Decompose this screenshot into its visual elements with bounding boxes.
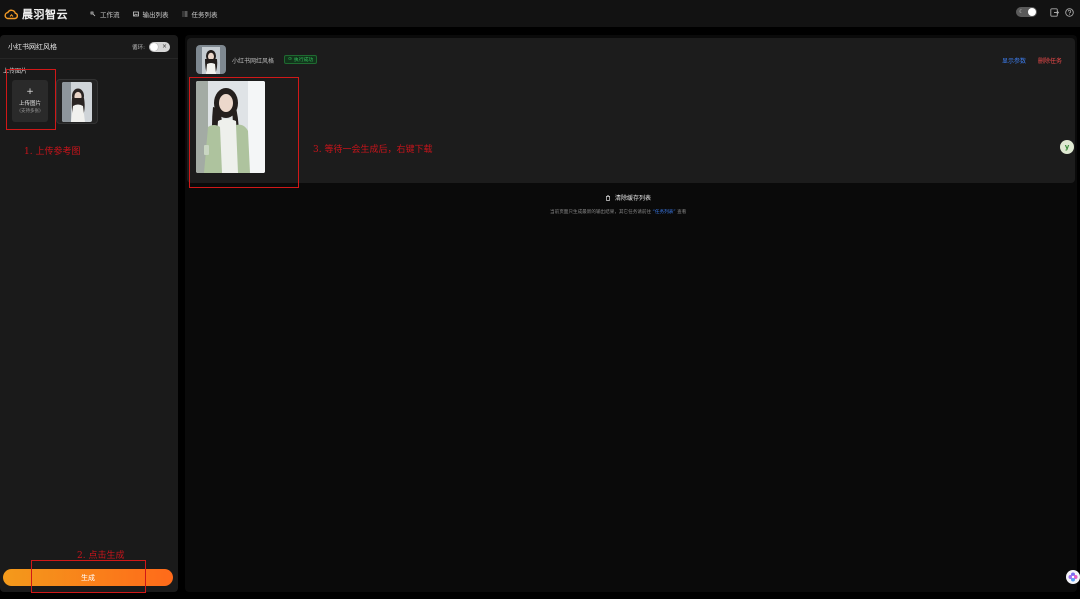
nav-workflow-label: 工作流 <box>100 10 120 19</box>
task-avatar <box>196 45 226 74</box>
main-area: 小红书网红风格 ⊙ 执行成功 显示参数 删除任务 清除缓存列表 当前页面只生成最… <box>185 35 1077 592</box>
annotation-box-generate <box>31 560 146 593</box>
help-icon[interactable] <box>1065 7 1074 17</box>
moon-icon: ☾ <box>1019 9 1024 15</box>
trash-icon <box>606 194 610 201</box>
check-circle-icon: ⊙ <box>288 57 293 62</box>
cloud-logo-icon <box>4 9 18 19</box>
main-nav: 工作流 输出列表 任务列表 <box>90 9 231 19</box>
clear-cache-label: 清除缓存列表 <box>615 195 652 202</box>
flower-icon <box>1068 572 1078 582</box>
loop-label: 循环: <box>132 44 145 51</box>
flower-badge-icon[interactable] <box>1066 570 1080 584</box>
annotation-box-result <box>189 77 299 188</box>
nav-output-list-label: 输出列表 <box>142 10 169 19</box>
top-right-controls: ☾ <box>1016 7 1074 17</box>
annotation-step1: 1. 上传参考图 <box>24 147 81 157</box>
loop-control: 循环: × <box>132 41 170 52</box>
left-panel-header: 小红书网红风格 循环: × <box>0 35 178 59</box>
annotation-step2: 2. 点击生成 <box>77 551 125 561</box>
avatar-photo <box>196 45 226 74</box>
loop-toggle[interactable]: × <box>149 41 170 52</box>
task-list-link[interactable]: “任务列表” <box>653 210 676 215</box>
workflow-icon <box>90 11 96 16</box>
app-name: 晨羽智云 <box>22 7 68 21</box>
annotation-box-upload <box>6 69 56 130</box>
theme-toggle[interactable]: ☾ <box>1016 7 1037 17</box>
nav-output-list[interactable]: 输出列表 <box>132 9 169 19</box>
workflow-title: 小红书网红风格 <box>8 42 57 51</box>
toggle-knob <box>1028 8 1036 16</box>
uploaded-thumbnail[interactable] <box>56 79 98 124</box>
hint-text: 当前页面只生成最新的输出结果，其它任务请前往 “任务列表” 查看 <box>550 209 686 215</box>
nav-task-list-label: 任务列表 <box>191 10 218 19</box>
clear-cache-button[interactable]: 清除缓存列表 <box>605 193 651 202</box>
status-text: 执行成功 <box>294 58 314 63</box>
delete-task-link[interactable]: 删除任务 <box>1038 56 1062 65</box>
task-card: 小红书网红风格 ⊙ 执行成功 显示参数 删除任务 <box>187 38 1075 183</box>
assistant-badge-icon[interactable]: y <box>1060 140 1074 154</box>
annotation-step3: 3. 等待一会生成后，右键下载 <box>313 145 433 155</box>
app-logo[interactable]: 晨羽智云 <box>4 6 68 22</box>
nav-task-list[interactable]: 任务列表 <box>182 9 218 19</box>
export-icon[interactable] <box>1050 7 1059 17</box>
top-bar: 晨羽智云 工作流 输出列表 任务列表 ☾ <box>0 0 1080 27</box>
reference-photo <box>62 81 92 122</box>
list-icon <box>182 11 187 16</box>
task-title: 小红书网红风格 <box>232 58 275 65</box>
hint-after: 查看 <box>675 210 687 215</box>
status-badge: ⊙ 执行成功 <box>284 55 318 64</box>
close-icon: × <box>161 42 167 50</box>
loop-toggle-knob <box>150 42 158 51</box>
hint-before: 当前页面只生成最新的输出结果，其它任务请前往 <box>550 210 653 215</box>
nav-workflow[interactable]: 工作流 <box>90 9 120 19</box>
show-params-link[interactable]: 显示参数 <box>1002 56 1026 65</box>
image-list-icon <box>132 11 139 16</box>
